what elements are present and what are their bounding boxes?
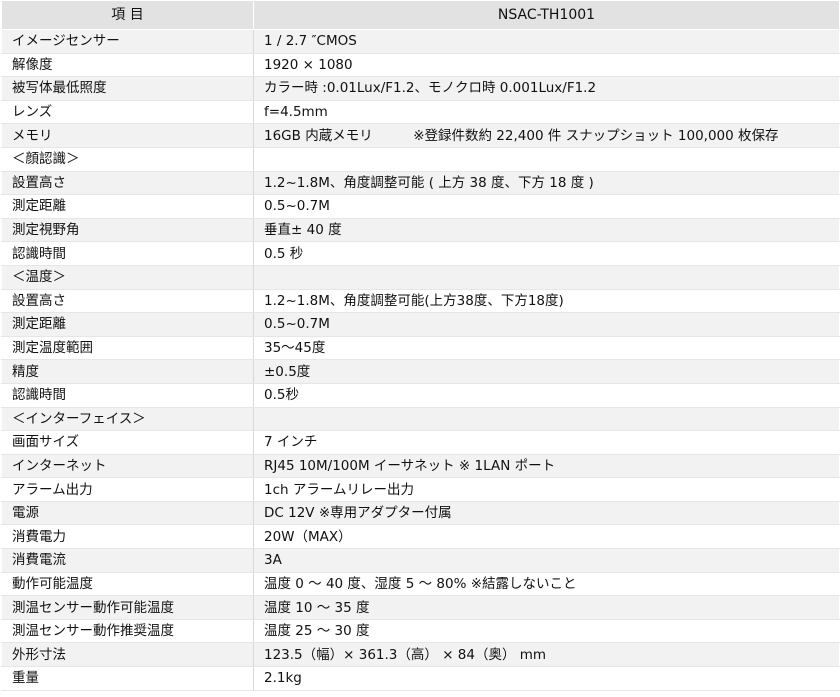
row-value: 123.5（幅）× 361.3（高） × 84（奥） mm (253, 642, 840, 668)
row-value: 0.5~0.7M (253, 312, 840, 337)
table-row: 消費電流 3A (1, 548, 840, 573)
row-label: 測定距離 (1, 194, 254, 219)
row-value: DC 12V ※専用アダプター付属 (253, 500, 840, 526)
row-value: 垂直± 40 度 (253, 217, 840, 243)
row-value: f=4.5mm (253, 99, 840, 125)
table-row: イメージセンサー 1 / 2.7 ″CMOS (1, 29, 840, 54)
row-label: 被写体最低照度 (1, 76, 254, 101)
row-value: 1.2~1.8M、角度調整可能(上方38度、下方18度) (253, 288, 840, 314)
row-value: ±0.5度 (253, 359, 840, 384)
row-value: カラー時 :0.01Lux/F1.2、モノクロ時 0.001Lux/F1.2 (253, 76, 840, 101)
table-row: 重量 2.1kg (1, 666, 840, 691)
row-label: 外形寸法 (1, 642, 254, 668)
row-value: 3A (253, 548, 840, 573)
row-label: インターネット (1, 453, 254, 479)
row-value: 1920 × 1080 (253, 52, 840, 78)
row-label: 認識時間 (1, 241, 254, 266)
row-value (253, 406, 840, 432)
row-label: 画面サイズ (1, 430, 254, 455)
row-label: 精度 (1, 359, 254, 384)
table-row: 測温センサー動作推奨温度 温度 25 ～ 30 度 (1, 618, 840, 644)
table-row: 設置高さ 1.2~1.8M、角度調整可能(上方38度、下方18度) (1, 288, 840, 314)
row-value: 16GB 内蔵メモリ ※登録件数約 22,400 件 スナップショット 100,… (253, 123, 840, 148)
row-label: 測定温度範囲 (1, 335, 254, 361)
row-label: 認識時間 (1, 382, 254, 408)
table-row: 測定温度範囲 35～45度 (1, 335, 840, 361)
table-row: 画面サイズ 7 インチ (1, 430, 840, 455)
spec-table: 項 目 NSAC-TH1001 イメージセンサー 1 / 2.7 ″CMOS 解像度… (1, 0, 840, 691)
table-row: 被写体最低照度 カラー時 :0.01Lux/F1.2、モノクロ時 0.001Lux… (1, 76, 840, 101)
row-value: 1.2~1.8M、角度調整可能 ( 上方 38 度、下方 18 度 ) (253, 170, 840, 196)
row-value: 20W（MAX） (253, 524, 840, 550)
table-row: インターネット RJ45 10M/100M イーサネット ※ 1LAN ポート (1, 453, 840, 479)
table-row: メモリ 16GB 内蔵メモリ ※登録件数約 22,400 件 スナップショット 1… (1, 123, 840, 148)
table-row: 外形寸法 123.5（幅）× 361.3（高） × 84（奥） mm (1, 642, 840, 668)
table-row: レンズ f=4.5mm (1, 99, 840, 125)
row-label: 重量 (1, 666, 254, 691)
row-label: 消費電力 (1, 524, 254, 550)
row-label: アラーム出力 (1, 477, 254, 502)
table-row: 認識時間 0.5秒 (1, 382, 840, 408)
table-row: ＜顔認識＞ (1, 146, 840, 172)
row-label: ＜インターフェイス＞ (1, 406, 254, 432)
table-row: 消費電力 20W（MAX） (1, 524, 840, 550)
row-value (253, 146, 840, 172)
row-value: RJ45 10M/100M イーサネット ※ 1LAN ポート (253, 453, 840, 479)
header-item: 項 目 (1, 0, 254, 30)
table-row: 測定距離 0.5~0.7M (1, 194, 840, 219)
table-row: 設置高さ 1.2~1.8M、角度調整可能 ( 上方 38 度、下方 18 度 ) (1, 170, 840, 196)
row-label: 消費電流 (1, 548, 254, 573)
row-label: 測温センサー動作可能温度 (1, 595, 254, 620)
spec-body: イメージセンサー 1 / 2.7 ″CMOS 解像度 1920 × 1080 被写体最低… (1, 29, 840, 691)
row-label: ＜温度＞ (1, 264, 254, 290)
row-label: 電源 (1, 500, 254, 526)
row-value: 温度 10 ～ 35 度 (253, 595, 840, 620)
row-label: 設置高さ (1, 288, 254, 314)
table-row: 電源 DC 12V ※専用アダプター付属 (1, 500, 840, 526)
row-value: 7 インチ (253, 430, 840, 455)
row-label: 測定視野角 (1, 217, 254, 243)
row-label: 測定距離 (1, 312, 254, 337)
row-value: 1 / 2.7 ″CMOS (253, 29, 840, 54)
row-label: イメージセンサー (1, 29, 254, 54)
row-value: 35～45度 (253, 335, 840, 361)
table-row: 測温センサー動作可能温度 温度 10 ～ 35 度 (1, 595, 840, 620)
table-row: 認識時間 0.5 秒 (1, 241, 840, 266)
row-value: 0.5 秒 (253, 241, 840, 266)
row-label: レンズ (1, 99, 254, 125)
table-row: ＜インターフェイス＞ (1, 406, 840, 432)
row-label: 測温センサー動作推奨温度 (1, 618, 254, 644)
row-label: メモリ (1, 123, 254, 148)
table-row: 解像度 1920 × 1080 (1, 52, 840, 78)
row-label: 動作可能温度 (1, 571, 254, 597)
row-value: 0.5~0.7M (253, 194, 840, 219)
row-value: 2.1kg (253, 666, 840, 691)
row-value: 1ch アラームリレー出力 (253, 477, 840, 502)
row-value: 温度 0 ～ 40 度、湿度 5 ～ 80% ※結露しないこと (253, 571, 840, 597)
table-row: ＜温度＞ (1, 264, 840, 290)
table-row: アラーム出力 1ch アラームリレー出力 (1, 477, 840, 502)
row-value: 0.5秒 (253, 382, 840, 408)
table-row: 測定視野角 垂直± 40 度 (1, 217, 840, 243)
table-header-row: 項 目 NSAC-TH1001 (1, 0, 840, 30)
row-value: 温度 25 ～ 30 度 (253, 618, 840, 644)
row-label: 設置高さ (1, 170, 254, 196)
table-row: 測定距離 0.5~0.7M (1, 312, 840, 337)
header-model: NSAC-TH1001 (253, 0, 840, 30)
table-row: 動作可能温度 温度 0 ～ 40 度、湿度 5 ～ 80% ※結露しないこと (1, 571, 840, 597)
row-value (253, 264, 840, 290)
row-label: ＜顔認識＞ (1, 146, 254, 172)
table-row: 精度 ±0.5度 (1, 359, 840, 384)
row-label: 解像度 (1, 52, 254, 78)
